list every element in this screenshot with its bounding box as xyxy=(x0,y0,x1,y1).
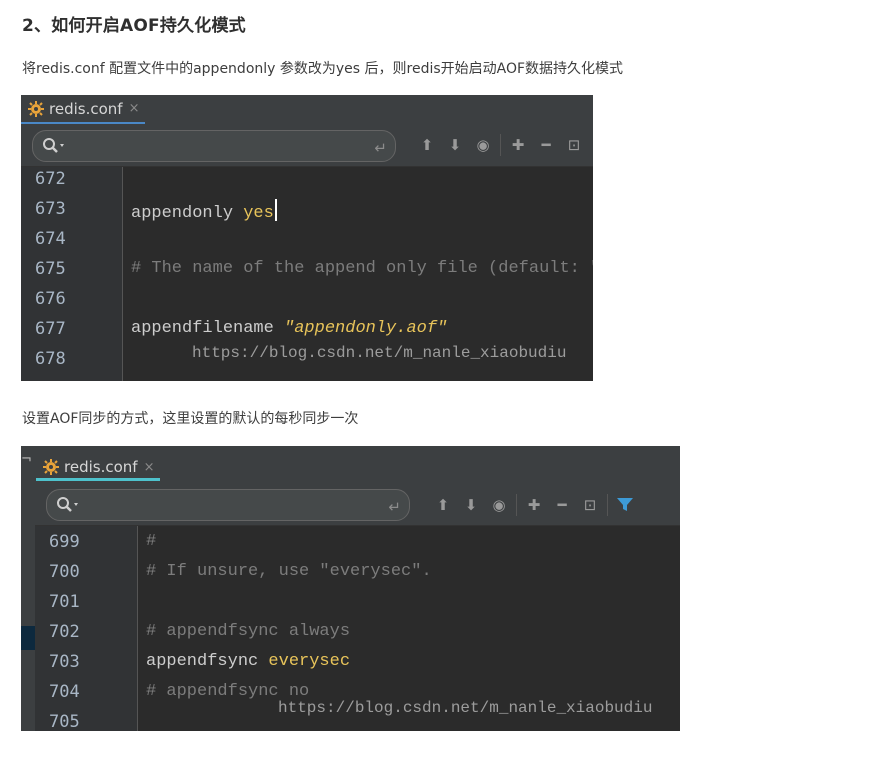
line-number: 705 xyxy=(49,712,80,731)
tab-redis-conf[interactable]: redis.conf × xyxy=(36,456,161,481)
arrow-up-icon[interactable]: ⬆ xyxy=(429,493,457,517)
watermark: https://blog.csdn.net/m_nanle_xiaobudiu xyxy=(278,699,653,717)
comment: # The name of the append only file (defa… xyxy=(131,259,593,278)
code-line[interactable]: # appendfsync always xyxy=(146,622,350,641)
side-panel-strip: ¬ xyxy=(21,446,36,731)
line-number: 701 xyxy=(49,592,80,612)
toolbar-separator xyxy=(607,494,608,516)
line-number: 674 xyxy=(35,229,66,249)
find-all-icon[interactable]: ◉ xyxy=(469,133,497,157)
enter-icon: ↵ xyxy=(374,139,387,157)
editor-window-1: redis.conf × ↵ ⬆ ⬇ ◉ ✚ ━ ⊡ 672 673 appendo… xyxy=(21,95,593,381)
enter-icon: ↵ xyxy=(388,498,401,516)
line-number: 672 xyxy=(35,169,66,189)
config-key: appendfsync xyxy=(146,652,269,671)
article-paragraph-1: 将redis.conf 配置文件中的appendonly 参数改为yes 后，则… xyxy=(22,61,624,77)
toolbar-separator xyxy=(500,134,501,156)
find-all-icon[interactable]: ◉ xyxy=(485,493,513,517)
tab-label: redis.conf xyxy=(49,99,123,118)
select-all-occurrences-icon[interactable]: ⊡ xyxy=(576,493,604,517)
config-key: appendonly xyxy=(131,204,244,223)
config-file-icon xyxy=(28,100,44,117)
code-line[interactable]: # If unsure, use "everysec". xyxy=(146,562,432,581)
line-number: 675 xyxy=(35,259,66,279)
config-key: appendfilename xyxy=(131,319,285,338)
article-paragraph-2: 设置AOF同步的方式，这里设置的默认的每秒同步一次 xyxy=(22,411,359,427)
search-bar: ↵ ⬆ ⬇ ◉ ✚ ━ ⊡ xyxy=(35,484,680,526)
toolbar-separator xyxy=(516,494,517,516)
search-icon[interactable] xyxy=(42,137,68,155)
line-number: 677 xyxy=(35,319,66,339)
text-cursor xyxy=(274,199,277,221)
article-heading: 2、如何开启AOF持久化模式 xyxy=(22,16,246,36)
config-value: yes xyxy=(243,204,274,223)
line-number: 703 xyxy=(49,652,80,672)
select-all-occurrences-icon[interactable]: ⊡ xyxy=(560,133,588,157)
search-input[interactable]: ↵ xyxy=(32,130,396,162)
tab-redis-conf[interactable]: redis.conf × xyxy=(21,95,146,125)
code-line[interactable]: appendfilename "appendonly.aof" xyxy=(131,319,447,338)
remove-occurrence-icon[interactable]: ━ xyxy=(548,493,576,517)
code-line[interactable]: # The name of the append only file (defa… xyxy=(131,259,593,278)
close-icon[interactable]: × xyxy=(144,460,155,475)
search-input[interactable]: ↵ xyxy=(46,489,410,521)
search-bar: ↵ ⬆ ⬇ ◉ ✚ ━ ⊡ xyxy=(21,124,593,167)
add-occurrence-icon[interactable]: ✚ xyxy=(520,493,548,517)
filter-icon[interactable] xyxy=(611,493,639,517)
line-number: 678 xyxy=(35,349,66,369)
caret-icon: ¬ xyxy=(21,452,32,467)
tab-bar: redis.conf × xyxy=(35,446,680,484)
arrow-down-icon[interactable]: ⬇ xyxy=(441,133,469,157)
editor-window-2: ¬ redis.conf × ↵ ⬆ ⬇ ◉ ✚ ━ ⊡ 699 # 700 #… xyxy=(21,446,680,731)
line-number: 700 xyxy=(49,562,80,582)
code-editor[interactable]: 672 673 appendonly yes 674 675 # The name of … xyxy=(21,167,593,381)
arrow-up-icon[interactable]: ⬆ xyxy=(413,133,441,157)
line-number: 673 xyxy=(35,199,66,219)
search-icon[interactable] xyxy=(56,496,82,514)
config-value: "appendonly.aof" xyxy=(284,319,448,338)
comment: # appendfsync always xyxy=(146,622,351,641)
config-value: everysec xyxy=(268,652,351,671)
arrow-down-icon[interactable]: ⬇ xyxy=(457,493,485,517)
line-number: 702 xyxy=(49,622,80,642)
line-number: 676 xyxy=(35,289,66,309)
add-occurrence-icon[interactable]: ✚ xyxy=(504,133,532,157)
code-editor[interactable]: 699 #700 # If unsure, use "everysec". 701 70… xyxy=(35,526,680,731)
close-icon[interactable]: × xyxy=(129,101,140,116)
code-line[interactable]: # xyxy=(146,532,156,551)
line-number: 699 xyxy=(49,532,80,552)
comment: # If unsure, use "everysec". xyxy=(146,562,432,581)
code-line[interactable]: appendfsync everysec xyxy=(146,652,350,671)
highlight-marker xyxy=(21,626,35,650)
tab-bar: redis.conf × xyxy=(21,95,593,125)
comment: # xyxy=(146,532,157,551)
remove-occurrence-icon[interactable]: ━ xyxy=(532,133,560,157)
watermark: https://blog.csdn.net/m_nanle_xiaobudiu xyxy=(192,344,567,362)
config-file-icon xyxy=(43,459,59,475)
tab-label: redis.conf xyxy=(64,458,138,476)
line-number: 704 xyxy=(49,682,80,702)
code-line[interactable]: appendonly yes xyxy=(131,199,277,223)
